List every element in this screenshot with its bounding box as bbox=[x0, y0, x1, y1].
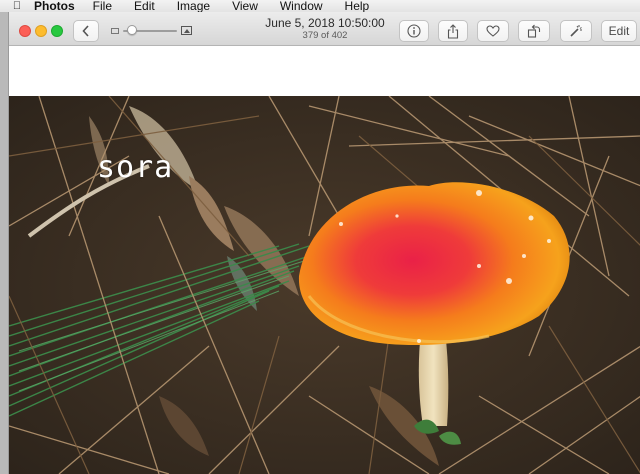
back-button[interactable] bbox=[73, 20, 99, 42]
menu-photos[interactable]: Photos bbox=[34, 0, 75, 12]
photo-viewer: sora bbox=[9, 96, 640, 474]
large-image-icon bbox=[181, 26, 192, 35]
photo-margin bbox=[9, 47, 640, 96]
menu-window[interactable]: Window bbox=[280, 0, 323, 12]
photo-date: June 5, 2018 10:50:00 bbox=[265, 16, 385, 30]
toolbar: June 5, 2018 10:50:00 379 of 402 Edit bbox=[9, 12, 640, 46]
chevron-left-icon bbox=[82, 25, 90, 37]
enhance-button[interactable] bbox=[560, 20, 592, 42]
share-icon bbox=[447, 23, 459, 39]
photo-title: June 5, 2018 10:50:00 379 of 402 bbox=[239, 16, 411, 42]
minimize-window-button[interactable] bbox=[35, 25, 47, 37]
zoom-window-button[interactable] bbox=[51, 25, 63, 37]
favorite-button[interactable] bbox=[477, 20, 509, 42]
menu-bar:  Photos File Edit Image View Window Hel… bbox=[0, 0, 640, 12]
share-button[interactable] bbox=[438, 20, 468, 42]
close-window-button[interactable] bbox=[19, 25, 31, 37]
heart-icon bbox=[486, 25, 500, 37]
info-button[interactable] bbox=[399, 20, 429, 42]
menu-image[interactable]: Image bbox=[177, 0, 210, 12]
menu-edit[interactable]: Edit bbox=[134, 0, 155, 12]
photo-count: 379 of 402 bbox=[302, 30, 348, 41]
zoom-slider-knob[interactable] bbox=[127, 25, 138, 35]
rotate-icon bbox=[527, 24, 541, 38]
rotate-button[interactable] bbox=[518, 20, 550, 42]
magic-wand-icon bbox=[569, 24, 583, 38]
photos-window: June 5, 2018 10:50:00 379 of 402 Edit so… bbox=[8, 12, 640, 474]
menu-view[interactable]: View bbox=[232, 0, 258, 12]
menu-help[interactable]: Help bbox=[345, 0, 370, 12]
apple-logo-icon[interactable]:  bbox=[0, 0, 34, 12]
info-icon bbox=[407, 24, 421, 38]
edit-button[interactable]: Edit bbox=[601, 20, 637, 42]
menu-file[interactable]: File bbox=[93, 0, 112, 12]
small-image-icon bbox=[111, 28, 119, 34]
zoom-slider[interactable] bbox=[111, 25, 192, 37]
watermark-text: sora bbox=[97, 150, 174, 185]
